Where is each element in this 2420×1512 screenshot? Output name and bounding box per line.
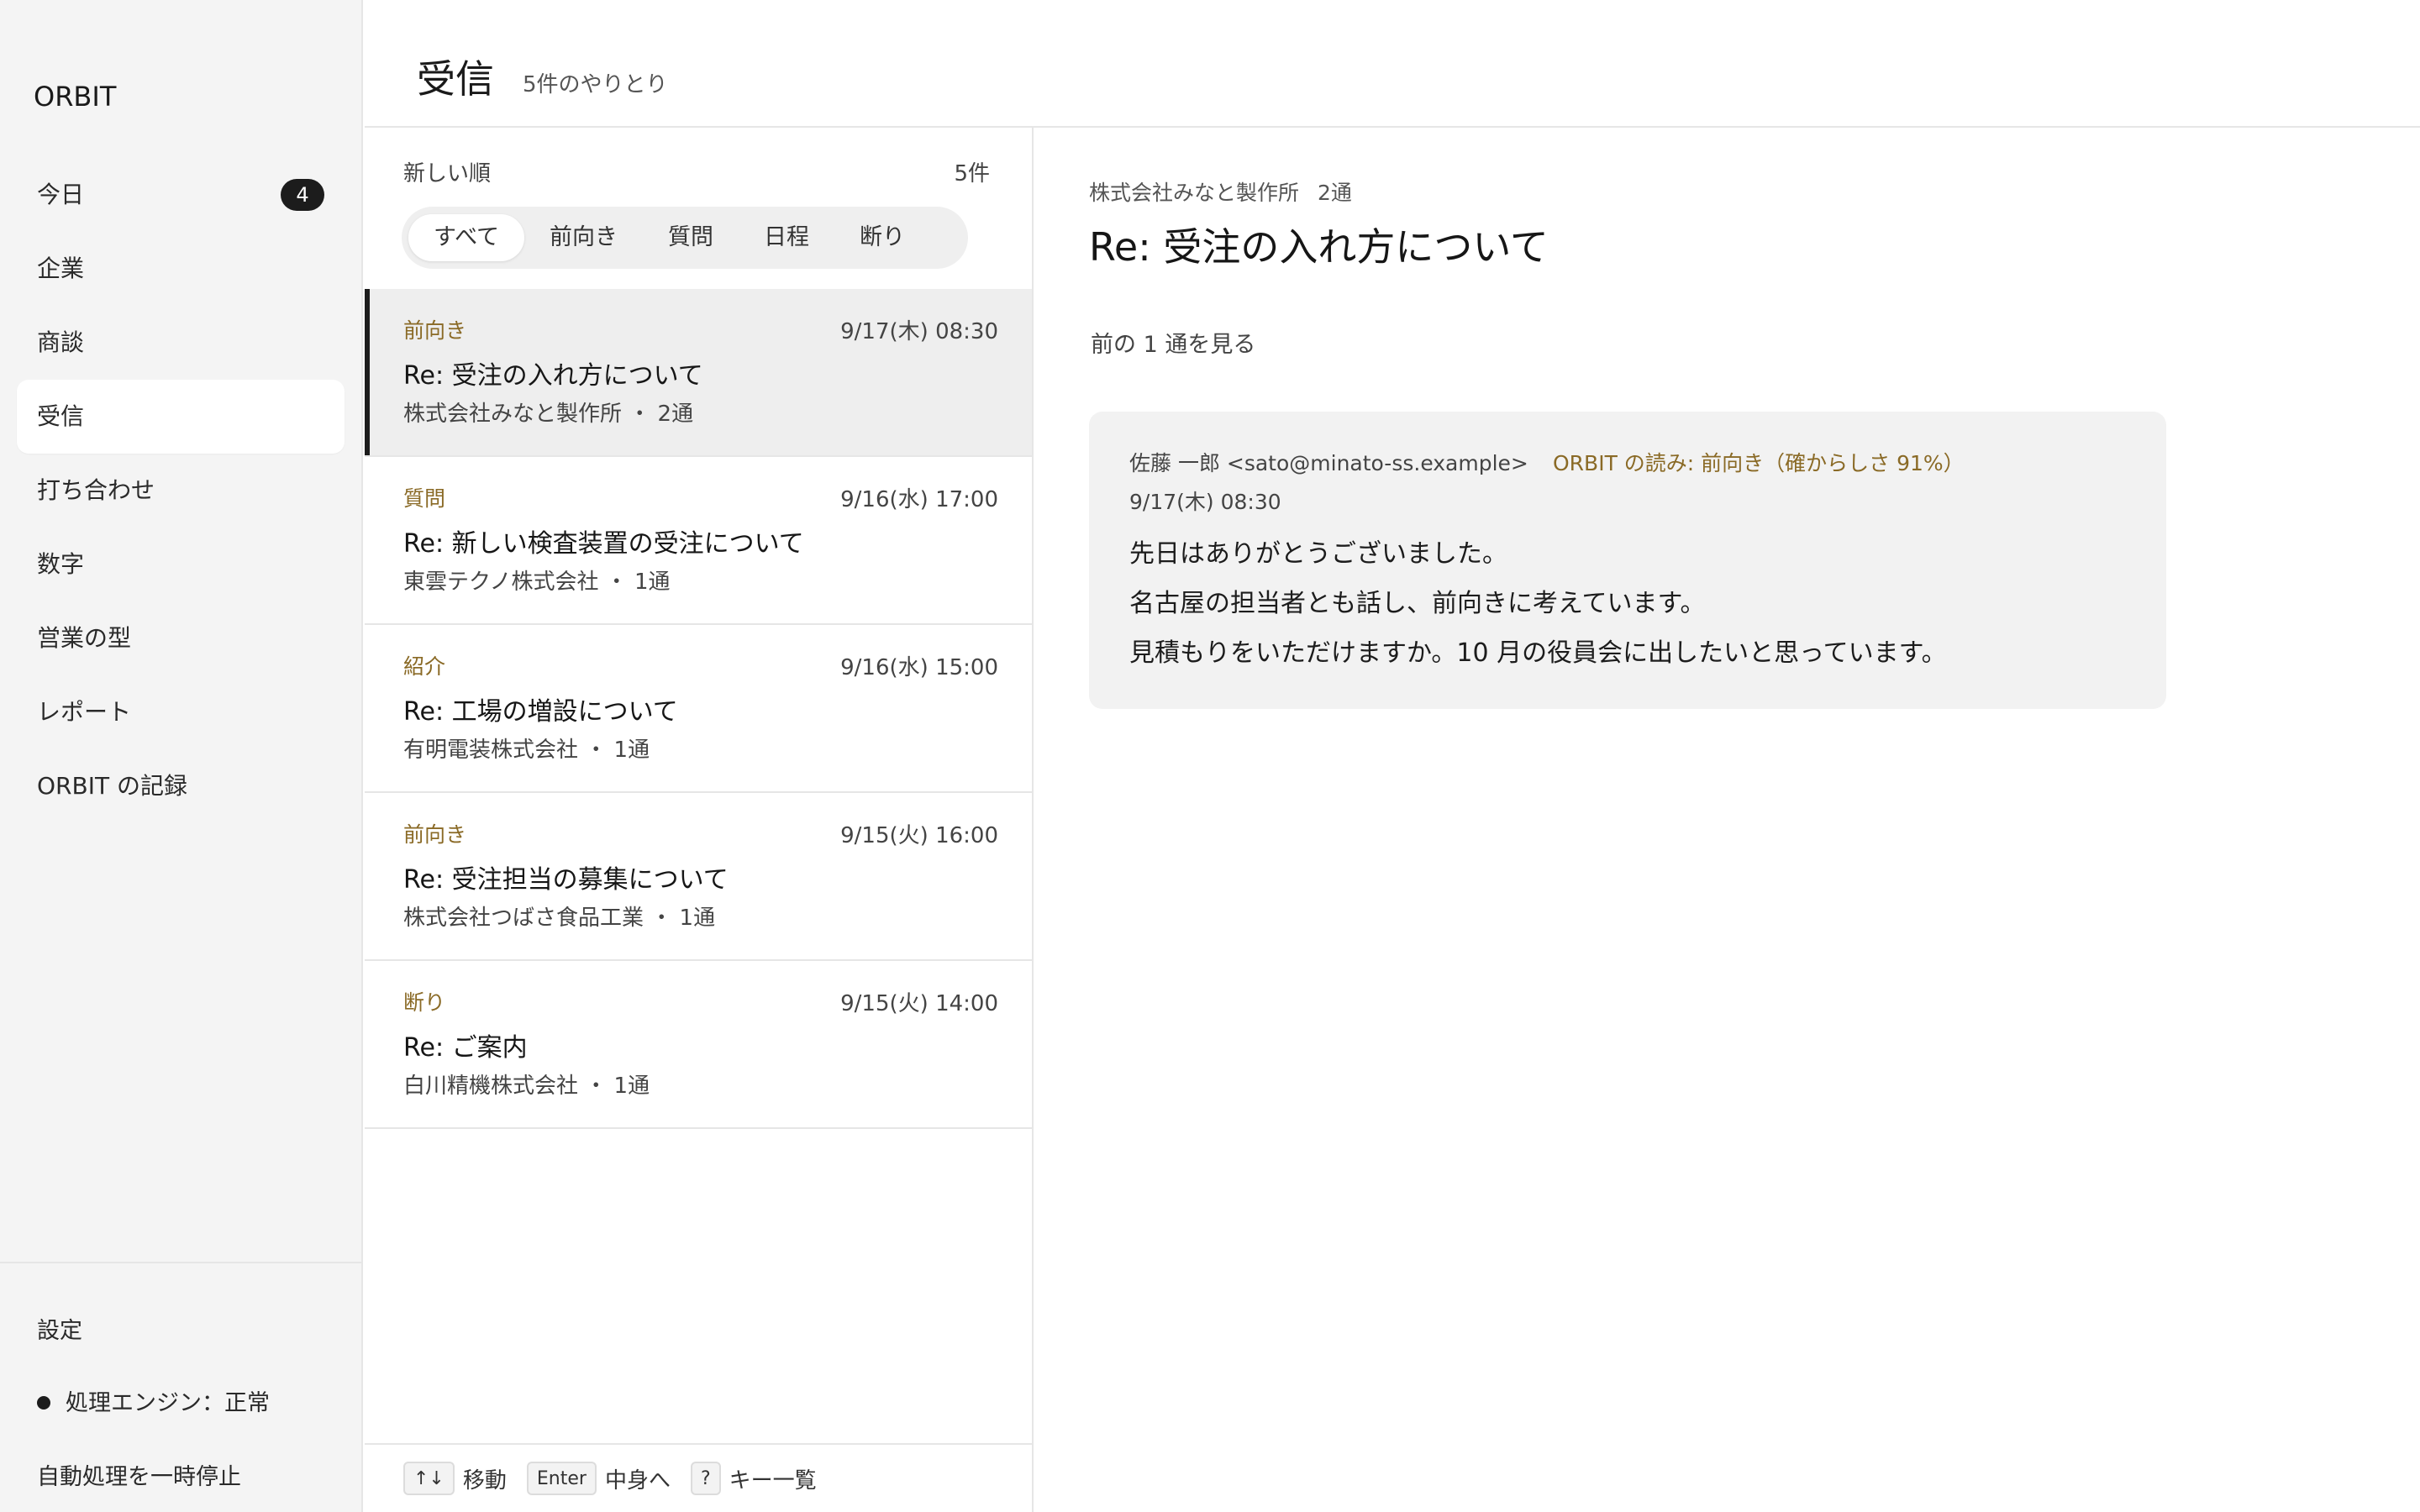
engine-status: 処理エンジン：正常 bbox=[37, 1384, 270, 1417]
keyboard-hints: ↑↓ 移動 Enter 中身へ ? キー一覧 bbox=[365, 1443, 1032, 1512]
message-list: 前向き 9/17(木) 08:30 Re: 受注の入れ方について 株式会社みなと… bbox=[365, 289, 1032, 1129]
page-title: 受信 bbox=[417, 56, 494, 102]
sidebar-item-orbit-log[interactable]: ORBIT の記録 bbox=[17, 749, 345, 823]
message-date: 9/16(水) 15:00 bbox=[840, 655, 998, 680]
thread-company: 株式会社みなと製作所 bbox=[1089, 181, 1300, 205]
filter-all[interactable]: すべて bbox=[408, 214, 525, 261]
hint-label: 中身へ bbox=[604, 1467, 671, 1494]
sidebar-item-label: レポート bbox=[37, 698, 132, 726]
hint-label: 移動 bbox=[462, 1467, 507, 1494]
message-sender: 東雲テクノ株式会社 ・ 1通 bbox=[403, 570, 671, 595]
sentiment-tag: 前向き bbox=[403, 822, 467, 847]
message-subject: Re: 新しい検査装置の受注について bbox=[403, 529, 804, 559]
sidebar-item-label: 数字 bbox=[37, 550, 85, 578]
body-line: 見積もりをいただけますか。10 月の役員会に出したいと思っています。 bbox=[1129, 638, 1947, 668]
engine-status-label: 処理エンジン：正常 bbox=[66, 1390, 270, 1416]
sidebar-item-reports[interactable]: レポート bbox=[17, 675, 345, 749]
hint-label: キー一覧 bbox=[729, 1467, 817, 1494]
sidebar-nav: 今日 4 企業 商談 受信 打ち合わせ 数字 営業の型 レポート ORBIT の… bbox=[17, 158, 345, 823]
filter-schedule[interactable]: 日程 bbox=[739, 214, 834, 261]
sidebar-item-numbers[interactable]: 数字 bbox=[17, 528, 345, 601]
list-item[interactable]: 紹介 9/16(水) 15:00 Re: 工場の増設について 有明電装株式会社 … bbox=[365, 625, 1032, 793]
message-date: 9/17(木) 08:30 bbox=[840, 319, 998, 344]
arrow-keys-icon: ↑↓ bbox=[403, 1462, 455, 1495]
sidebar-item-label: ORBIT の記録 bbox=[37, 772, 187, 800]
list-item[interactable]: 前向き 9/15(火) 16:00 Re: 受注担当の募集について 株式会社つば… bbox=[365, 793, 1032, 961]
sidebar-item-label: 商談 bbox=[37, 328, 85, 356]
sidebar-item-label: 受信 bbox=[37, 402, 85, 430]
show-previous-link[interactable]: 前の 1 通を見る bbox=[1091, 326, 1255, 359]
sidebar-item-inbox[interactable]: 受信 bbox=[17, 380, 345, 454]
list-item[interactable]: 質問 9/16(水) 17:00 Re: 新しい検査装置の受注について 東雲テク… bbox=[365, 457, 1032, 625]
message-sender: 白川精機株式会社 ・ 1通 bbox=[403, 1074, 650, 1099]
message-list-pane: 新しい順 5件 すべて 前向き 質問 日程 断り 前向き 9/17(木) 08:… bbox=[365, 128, 1034, 1512]
message-subject: Re: 受注の入れ方について bbox=[403, 361, 703, 391]
sidebar-item-companies[interactable]: 企業 bbox=[17, 232, 345, 306]
message-detail: 株式会社みなと製作所 2通 Re: 受注の入れ方について 前の 1 通を見る 佐藤… bbox=[1035, 128, 2420, 1512]
sidebar-item-label: 営業の型 bbox=[37, 624, 132, 652]
sidebar: ORBIT 今日 4 企業 商談 受信 打ち合わせ 数字 営業の型 レポート O… bbox=[0, 0, 363, 1512]
message-body: 先日はありがとうございました。 名古屋の担当者とも話し、前向きに考えています。 … bbox=[1129, 529, 1947, 678]
app-root: ORBIT 今日 4 企業 商談 受信 打ち合わせ 数字 営業の型 レポート O… bbox=[0, 0, 2420, 1512]
thread-count: 2通 bbox=[1318, 181, 1352, 205]
sidebar-item-deals[interactable]: 商談 bbox=[17, 306, 345, 380]
body-line: 先日はありがとうございました。 bbox=[1129, 539, 1507, 569]
sidebar-item-label: 打ち合わせ bbox=[37, 476, 155, 504]
sidebar-item-playbooks[interactable]: 営業の型 bbox=[17, 601, 345, 675]
message-date: 9/15(火) 14:00 bbox=[840, 991, 998, 1016]
page-subtitle: 5件のやりとり bbox=[523, 72, 668, 97]
message-date: 9/15(火) 16:00 bbox=[840, 823, 998, 848]
brand-logo: ORBIT bbox=[34, 81, 117, 113]
pause-automation-button[interactable]: 自動処理を一時停止 bbox=[37, 1458, 241, 1491]
list-item[interactable]: 断り 9/15(火) 14:00 Re: ご案内 白川精機株式会社 ・ 1通 bbox=[365, 961, 1032, 1129]
message-sender: 株式会社つばさ食品工業 ・ 1通 bbox=[403, 906, 716, 931]
message-subject: Re: ご案内 bbox=[403, 1033, 528, 1063]
filter-question[interactable]: 質問 bbox=[643, 214, 739, 261]
ai-sentiment-reading: ORBIT の読み: 前向き（確からしさ 91%） bbox=[1553, 451, 1965, 475]
sidebar-item-label: 今日 bbox=[37, 181, 85, 208]
message-date: 9/17(木) 08:30 bbox=[1129, 490, 1281, 514]
message-from: 佐藤 一郎 <sato@minato-ss.example> bbox=[1129, 451, 1528, 475]
sentiment-tag: 前向き bbox=[403, 318, 467, 343]
sentiment-tag: 紹介 bbox=[403, 654, 446, 679]
sidebar-item-label: 企業 bbox=[37, 255, 85, 282]
message-sender: 株式会社みなと製作所 ・ 2通 bbox=[403, 402, 694, 427]
message-subject: Re: 受注担当の募集について bbox=[403, 865, 729, 895]
message-count: 5件 bbox=[954, 161, 990, 186]
sentiment-tag: 質問 bbox=[403, 486, 446, 511]
message-date: 9/16(水) 17:00 bbox=[840, 487, 998, 512]
thread-meta: 株式会社みなと製作所 2通 bbox=[1089, 176, 1352, 207]
message-sender: 有明電装株式会社 ・ 1通 bbox=[403, 738, 650, 763]
message-subject: Re: 工場の増設について bbox=[403, 697, 678, 727]
filter-decline[interactable]: 断り bbox=[834, 214, 930, 261]
filter-positive[interactable]: 前向き bbox=[524, 214, 643, 261]
status-dot-icon bbox=[37, 1395, 50, 1410]
settings-link[interactable]: 設定 bbox=[37, 1312, 82, 1345]
sidebar-item-today[interactable]: 今日 4 bbox=[17, 158, 345, 232]
sidebar-footer: 設定 処理エンジン：正常 自動処理を一時停止 bbox=[0, 1262, 363, 1490]
sentiment-tag: 断り bbox=[403, 990, 446, 1015]
count-badge: 4 bbox=[281, 179, 324, 211]
thread-title: Re: 受注の入れ方について bbox=[1089, 224, 1549, 270]
sidebar-item-meetings[interactable]: 打ち合わせ bbox=[17, 454, 345, 528]
list-item[interactable]: 前向き 9/17(木) 08:30 Re: 受注の入れ方について 株式会社みなと… bbox=[365, 289, 1032, 457]
filter-tabs: すべて 前向き 質問 日程 断り bbox=[402, 207, 968, 269]
body-line: 名古屋の担当者とも話し、前向きに考えています。 bbox=[1129, 589, 1706, 618]
page-header: 受信 5件のやりとり bbox=[365, 0, 2420, 128]
message-card: 佐藤 一郎 <sato@minato-ss.example> ORBIT の読み… bbox=[1089, 412, 2166, 709]
enter-key-icon: Enter bbox=[526, 1462, 597, 1495]
sort-order-button[interactable]: 新しい順 bbox=[403, 156, 491, 187]
help-key-icon: ? bbox=[690, 1462, 721, 1495]
